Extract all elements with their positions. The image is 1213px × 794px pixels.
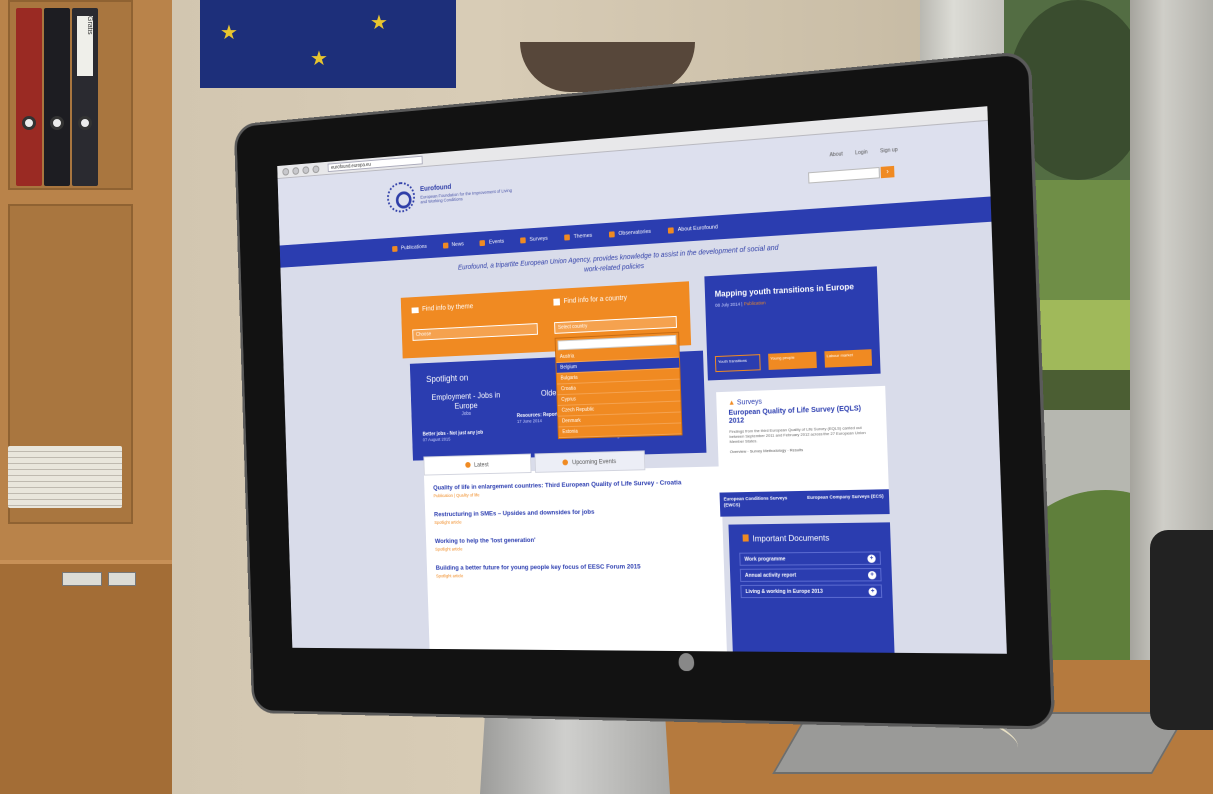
spotlight-title: Spotlight on xyxy=(426,372,469,385)
important-documents-panel: Important Documents Work programme + Annu… xyxy=(728,522,895,653)
surveys-label: Surveys xyxy=(736,398,763,407)
expand-icon[interactable]: + xyxy=(867,571,877,580)
events-icon xyxy=(479,240,486,247)
find-by-theme: Find info by theme xyxy=(411,303,473,313)
surveys-icon: ▲ xyxy=(728,399,736,407)
nav-publications[interactable]: Publications xyxy=(392,244,427,252)
featured-category: Publication xyxy=(743,300,766,307)
nav-observatories[interactable]: Observatories xyxy=(608,229,651,238)
latest-icon xyxy=(465,462,471,469)
top-link-login[interactable]: Login xyxy=(855,149,868,156)
publications-icon xyxy=(392,245,398,252)
screen: eurofound.europa.eu Eurofound European F… xyxy=(277,106,1007,654)
site-search-button[interactable]: › xyxy=(880,165,895,179)
nav-events[interactable]: Events xyxy=(479,239,504,247)
country-select[interactable]: Select country xyxy=(554,315,678,334)
featured-tag[interactable]: Labour market xyxy=(824,349,873,368)
forward-icon[interactable] xyxy=(292,166,300,175)
survey-tabs: European Conditions Surveys (EWCS) Europ… xyxy=(719,489,890,517)
eurofound-logo-icon[interactable] xyxy=(386,181,416,214)
top-links: About Login Sign up xyxy=(829,147,897,158)
shelf-compartment: Gratis xyxy=(8,0,133,190)
document-item[interactable]: Living & working in Europe 2013 + xyxy=(740,584,883,599)
featured-tag[interactable]: Young people xyxy=(768,351,817,370)
top-link-about[interactable]: About xyxy=(829,151,843,158)
survey-link-methodology[interactable]: Survey Methodology xyxy=(750,448,786,454)
calendar-icon xyxy=(562,459,569,466)
surveys-panel: ▲ Surveys European Quality of Life Surve… xyxy=(716,385,889,493)
poster-star-icon: ★ xyxy=(220,22,238,44)
document-item[interactable]: Annual activity report + xyxy=(739,567,882,582)
binder xyxy=(44,8,70,186)
country-icon xyxy=(553,298,561,306)
poster-star-icon: ★ xyxy=(310,48,328,70)
document-icon xyxy=(742,534,749,542)
featured-tag[interactable]: Youth transitions xyxy=(714,354,761,373)
news-item[interactable]: Building a better future for young peopl… xyxy=(436,563,715,578)
expand-icon[interactable]: + xyxy=(868,587,877,596)
tab-latest[interactable]: Latest xyxy=(423,453,532,476)
home-icon[interactable] xyxy=(312,164,320,173)
survey-link-overview[interactable]: Overview xyxy=(730,449,747,454)
monitor: eurofound.europa.eu Eurofound European F… xyxy=(233,50,1056,730)
nav-about[interactable]: About Eurofound xyxy=(668,224,718,234)
cabinet xyxy=(0,560,172,794)
themes-icon xyxy=(564,234,571,241)
about-icon xyxy=(668,227,675,234)
poster-star-icon: ★ xyxy=(370,12,388,34)
apple-logo-icon xyxy=(678,653,695,672)
folder-icon xyxy=(411,306,419,313)
nav-news[interactable]: News xyxy=(442,241,464,249)
documents-title: Important Documents xyxy=(752,533,830,544)
survey-link-results[interactable]: Results xyxy=(790,447,804,452)
latest-panel: Latest Upcoming Events Quality of life i… xyxy=(423,450,728,654)
top-link-signup[interactable]: Sign up xyxy=(880,147,898,155)
expand-icon[interactable]: + xyxy=(867,554,876,563)
back-icon[interactable] xyxy=(282,167,290,176)
featured-publication[interactable]: Mapping youth transitions in Europe 08 J… xyxy=(704,266,881,381)
theme-select[interactable]: Choose xyxy=(412,323,538,341)
tab-upcoming-events[interactable]: Upcoming Events xyxy=(534,450,646,473)
desk-phone xyxy=(1150,530,1213,730)
spotlight-card[interactable]: Employment - Jobs in Europe Jobs Better … xyxy=(421,390,512,443)
logo-name[interactable]: Eurofound xyxy=(420,184,451,193)
reload-icon[interactable] xyxy=(302,165,310,174)
paper-stack xyxy=(8,446,122,508)
survey-tab-ecs[interactable]: European Company Surveys (ECS) xyxy=(803,489,890,515)
news-item[interactable]: Quality of life in enlargement countries… xyxy=(433,479,712,498)
binder-label: Gratis xyxy=(77,16,93,76)
site-search-input[interactable] xyxy=(808,166,880,184)
featured-date: 08 July 2014 xyxy=(715,301,741,308)
nav-themes[interactable]: Themes xyxy=(564,233,592,241)
country-dropdown[interactable]: Austria Belgium Bulgaria Croatia Cyprus … xyxy=(554,331,683,440)
news-icon xyxy=(442,242,449,249)
observatories-icon xyxy=(608,231,615,238)
news-item[interactable]: Restructuring in SMEs – Upsides and down… xyxy=(434,507,713,525)
binder xyxy=(16,8,42,186)
survey-tab-ewcs[interactable]: European Conditions Surveys (EWCS) xyxy=(720,491,804,517)
surveys-icon xyxy=(520,237,527,244)
wall-poster: ★ ★ ★ xyxy=(200,0,456,88)
find-by-country: Find info for a country xyxy=(553,295,627,306)
document-item[interactable]: Work programme + xyxy=(739,551,882,566)
binder: Gratis xyxy=(72,8,98,186)
nav-surveys[interactable]: Surveys xyxy=(520,236,548,244)
news-item[interactable]: Working to help the 'lost generation' Sp… xyxy=(435,535,714,552)
